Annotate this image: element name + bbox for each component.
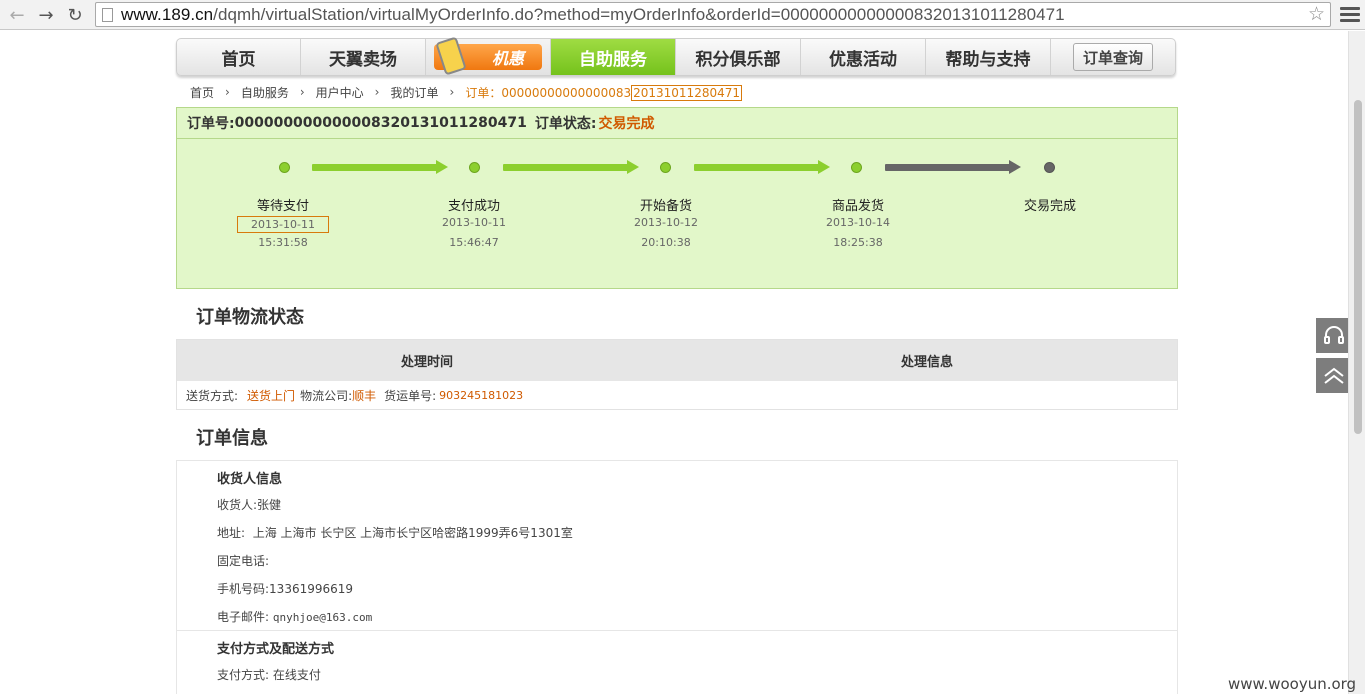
main-navigation: 首页 天翼卖场 机惠 自助服务 积分俱乐部 优惠活动 帮助与支持 订单查询: [176, 36, 1176, 76]
progress-step: 商品发货 2013-10-14 18:25:38: [798, 195, 918, 249]
phone-deals-badge: 机惠: [434, 36, 542, 76]
breadcrumb-current-order: 订单：00000000000000083 20131011280471: [465, 84, 742, 101]
order-info-box: 收货人信息 收货人:张健 地址: 上海 上海市 长宁区 上海市长宁区哈密路199…: [176, 460, 1178, 694]
tracking-number-label: 货运单号:: [384, 388, 437, 403]
receiver-address: 地址: 上海 上海市 长宁区 上海市长宁区哈密路1999弄6号1301室: [217, 526, 573, 540]
nav-item-home[interactable]: 首页: [177, 39, 301, 75]
step-time: 15:46:47: [449, 236, 499, 249]
logistics-company-value: 顺丰: [352, 388, 377, 403]
progress-arrow: [312, 160, 448, 174]
reload-icon[interactable]: ↻: [64, 4, 86, 26]
chevron-right-icon: ›: [374, 85, 380, 99]
chevron-right-icon: ›: [449, 85, 455, 99]
order-summary-header: 订单号: 000000000000008320131011280471 订单状态…: [177, 108, 1177, 139]
back-arrow-icon[interactable]: ←: [6, 4, 28, 26]
step-time: 18:25:38: [833, 236, 883, 249]
watermark: www.wooyun.org: [1228, 675, 1357, 693]
receiver-section-title: 收货人信息: [217, 472, 283, 487]
receiver-email: 电子邮件: qnyhjoe@163.com: [217, 610, 373, 624]
nav-item-promotions[interactable]: 优惠活动: [801, 39, 926, 75]
nav-item-self-service[interactable]: 自助服务: [551, 39, 676, 75]
step-name: 开始备货: [639, 199, 692, 214]
phone-icon: [435, 36, 467, 76]
browser-menu-icon[interactable]: [1340, 3, 1360, 25]
progress-arrow-pending: [885, 160, 1021, 174]
step-date: 2013-10-12: [634, 216, 698, 229]
address-bar-url[interactable]: www.189.cn/dqmh/virtualStation/virtualMy…: [121, 5, 1065, 25]
payment-method: 支付方式: 在线支付: [217, 668, 321, 682]
forward-arrow-icon[interactable]: →: [35, 4, 57, 26]
payment-section-title: 支付方式及配送方式: [217, 642, 335, 657]
delivery-method-value: 送货上门: [247, 388, 296, 403]
logistics-table: 处理时间 处理信息 送货方式: 送货上门 物流公司: 顺丰 货运单号: 9032…: [176, 339, 1178, 410]
browser-toolbar: ← → ↻ www.189.cn/dqmh/virtualStation/vir…: [0, 0, 1365, 30]
step-date-highlighted: 2013-10-11: [237, 216, 329, 233]
step-time: 20:10:38: [641, 236, 691, 249]
column-header-info: 处理信息: [900, 355, 953, 370]
phone-deals-label: 机惠: [491, 49, 524, 68]
back-to-top-button[interactable]: [1316, 358, 1351, 393]
progress-step: 交易完成: [990, 195, 1110, 214]
step-name: 商品发货: [831, 199, 884, 214]
double-chevron-up-icon: [1323, 367, 1344, 384]
order-status-label: 订单状态:: [534, 116, 597, 132]
nav-item-points-club[interactable]: 积分俱乐部: [676, 39, 801, 75]
step-date: 2013-10-11: [442, 216, 506, 229]
breadcrumb-home[interactable]: 首页: [190, 84, 214, 101]
progress-dot: [279, 162, 290, 173]
progress-dot: [660, 162, 671, 173]
address-bar[interactable]: www.189.cn/dqmh/virtualStation/virtualMy…: [95, 2, 1331, 27]
progress-step: 开始备货 2013-10-12 20:10:38: [606, 195, 726, 249]
tracking-number-value[interactable]: 903245181023: [439, 389, 523, 402]
scrollbar-thumb[interactable]: [1354, 100, 1362, 434]
breadcrumb-self-service[interactable]: 自助服务: [241, 84, 289, 101]
nav-item-store[interactable]: 天翼卖场: [301, 39, 426, 75]
chevron-right-icon: ›: [299, 85, 305, 99]
progress-dot: [851, 162, 862, 173]
order-query-area: 订单查询: [1051, 39, 1175, 75]
column-header-time: 处理时间: [400, 355, 453, 370]
breadcrumb-my-orders[interactable]: 我的订单: [390, 84, 438, 101]
logistics-company-label: 物流公司:: [300, 388, 353, 403]
order-progress-panel: 订单号: 000000000000008320131011280471 订单状态…: [176, 107, 1178, 289]
chevron-right-icon: ›: [225, 85, 230, 99]
step-time: 15:31:58: [258, 236, 308, 249]
logistics-row: 送货方式: 送货上门 物流公司: 顺丰 货运单号: 903245181023: [177, 381, 1177, 409]
receiver-landline: 固定电话:: [217, 554, 270, 568]
step-date: 2013-10-14: [826, 216, 890, 229]
step-name: 交易完成: [1023, 199, 1076, 214]
progress-arrow: [503, 160, 639, 174]
nav-item-help[interactable]: 帮助与支持: [926, 39, 1051, 75]
receiver-mobile: 手机号码:13361996619: [217, 582, 354, 596]
info-divider: [177, 630, 1177, 631]
headset-icon: [1323, 325, 1344, 344]
step-name: 支付成功: [447, 199, 500, 214]
order-query-button[interactable]: 订单查询: [1073, 43, 1153, 71]
logistics-title: 订单物流状态: [196, 307, 304, 328]
page-icon: [102, 8, 113, 22]
delivery-method-label: 送货方式:: [186, 388, 239, 403]
customer-service-button[interactable]: [1316, 318, 1351, 353]
progress-step: 等待支付 2013-10-11 15:31:58: [223, 195, 343, 249]
order-number: 000000000000008320131011280471: [234, 115, 527, 131]
order-status: 交易完成: [598, 116, 655, 132]
nav-item-phone-deals[interactable]: 机惠: [426, 36, 551, 76]
breadcrumb-user-center[interactable]: 用户中心: [316, 84, 364, 101]
progress-step: 支付成功 2013-10-11 15:46:47: [414, 195, 534, 249]
logistics-table-header: 处理时间 处理信息: [177, 340, 1177, 381]
bookmark-star-icon[interactable]: ☆: [1308, 3, 1325, 25]
progress-arrow: [694, 160, 830, 174]
step-name: 等待支付: [256, 199, 309, 214]
order-number-label: 订单号:: [187, 116, 235, 132]
page-scrollbar[interactable]: [1348, 31, 1365, 694]
receiver-name: 收货人:张健: [217, 498, 282, 512]
breadcrumb: 首页 › 自助服务 › 用户中心 › 我的订单 › 订单：00000000000…: [190, 84, 742, 101]
order-info-title: 订单信息: [196, 428, 268, 449]
progress-dot: [469, 162, 480, 173]
progress-dot-final: [1044, 162, 1055, 173]
breadcrumb-order-highlight: 20131011280471: [631, 84, 742, 101]
